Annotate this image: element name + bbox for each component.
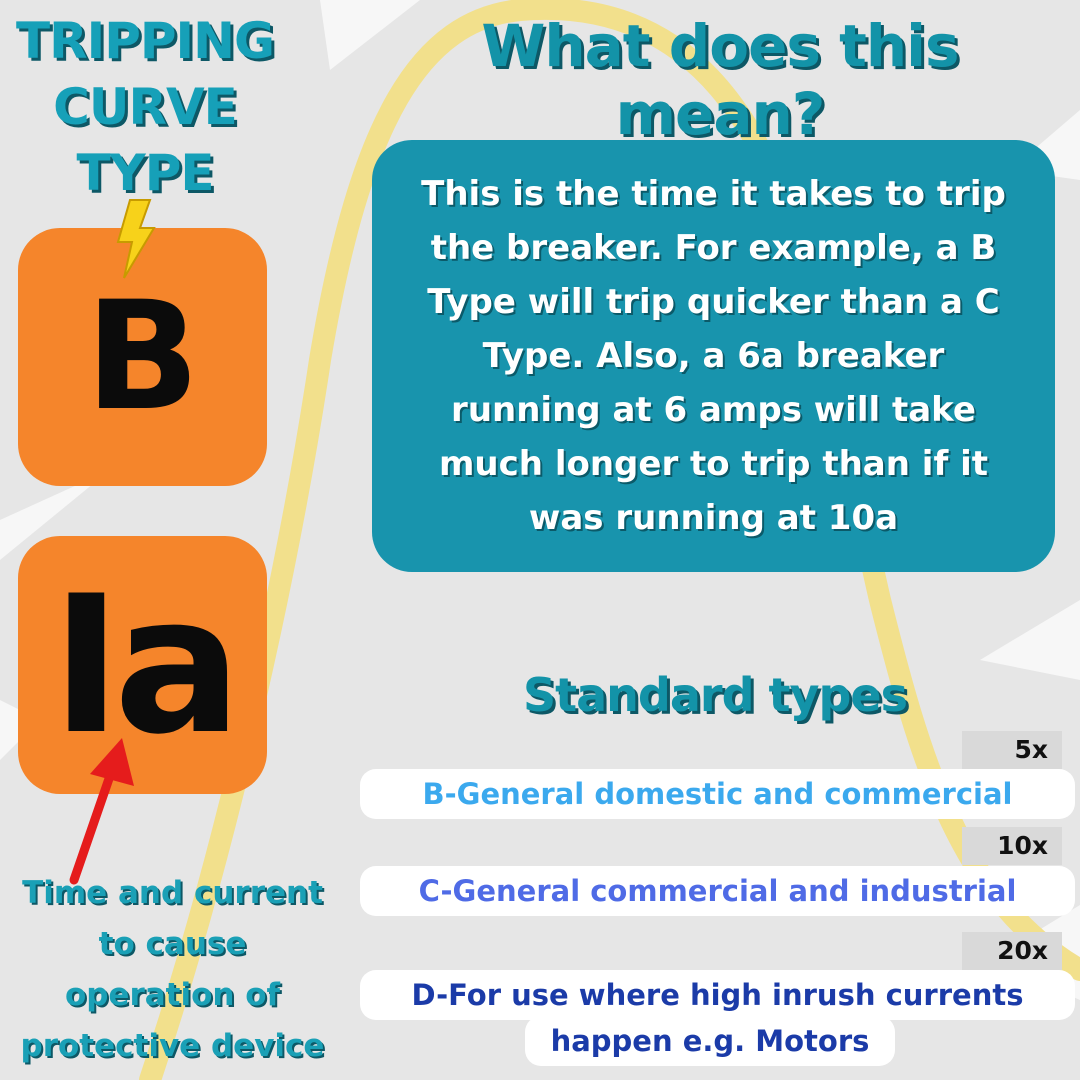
type-d-label-line1: D-For use where high inrush currents	[360, 970, 1075, 1020]
lightning-bolt-icon	[116, 199, 156, 279]
title-line: TYPE	[76, 144, 214, 202]
type-d-label-line2: happen e.g. Motors	[525, 1016, 895, 1066]
explanation-text: This is the time it takes to trip the br…	[421, 174, 1006, 538]
standard-types-heading: Standard types	[523, 668, 908, 722]
current-ia-tile: Ia	[18, 536, 267, 794]
explanation-box: This is the time it takes to trip the br…	[372, 140, 1055, 572]
caption-line: protective device	[20, 1028, 325, 1064]
title-line: CURVE	[53, 78, 238, 136]
page-title: What does this mean?	[481, 12, 959, 148]
type-b-label: B-General domestic and commercial	[360, 769, 1075, 819]
curve-type-letter: B	[85, 270, 200, 444]
type-d-label: D-For use where high inrush currents hap…	[360, 970, 1075, 1070]
multiplier-badge-c: 10x	[962, 827, 1062, 865]
type-c-label: C-General commercial and industrial	[360, 866, 1075, 916]
caption-line: operation of	[64, 977, 281, 1013]
tripping-curve-title: TRIPPING CURVE TYPE	[10, 8, 280, 206]
ia-caption: Time and current to cause operation of p…	[5, 868, 340, 1072]
caption-line: Time and current	[22, 875, 323, 911]
multiplier-badge-b: 5x	[962, 731, 1062, 769]
caption-line: to cause	[98, 926, 247, 962]
red-arrow-icon	[69, 738, 134, 885]
title-line: TRIPPING	[16, 12, 275, 70]
multiplier-badge-d: 20x	[962, 932, 1062, 970]
